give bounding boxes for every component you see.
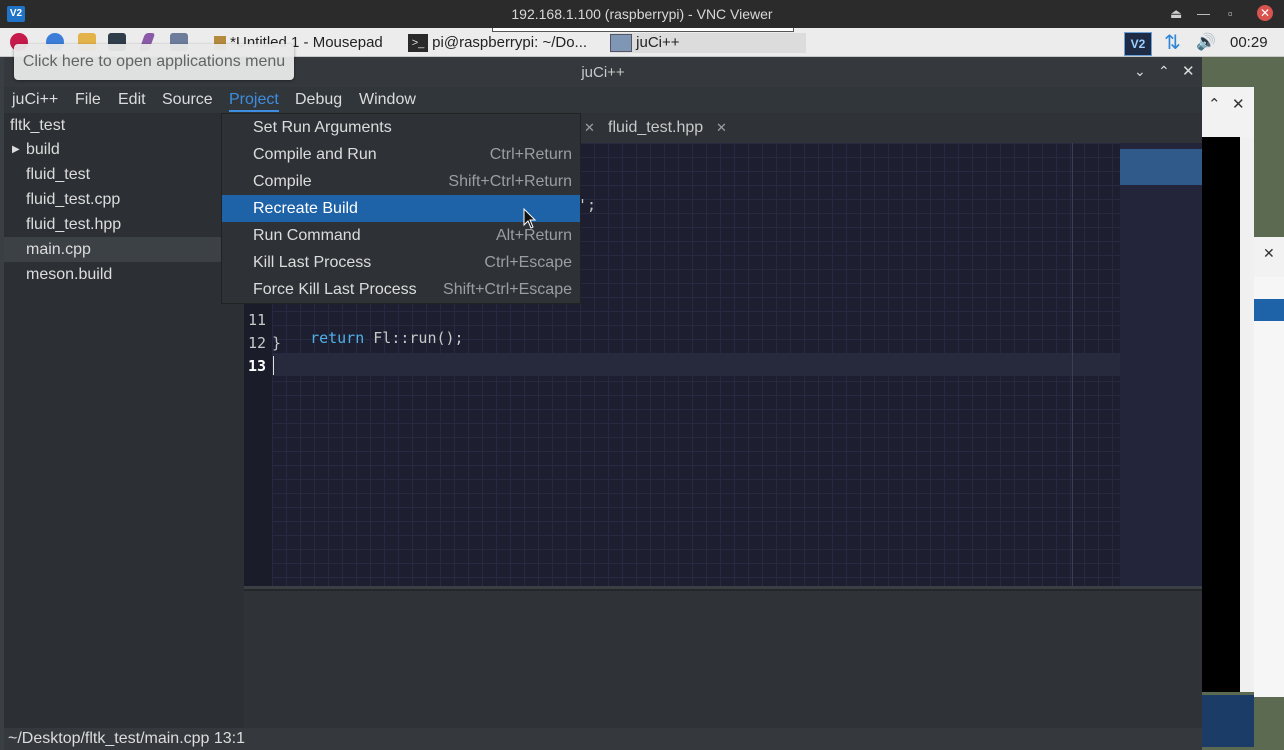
code-text: } [272,334,282,352]
menu-item-label: Recreate Build [253,200,358,217]
menu-item-accel: Ctrl+Return [489,146,572,163]
applications-menu-tooltip: Click here to open applications menu [14,44,294,80]
vnc-restore-icon[interactable]: ▫ [1228,6,1233,21]
right-margin-line [1072,143,1073,586]
tree-item-label: main.cpp [26,241,91,258]
close-icon[interactable]: ✕ [1232,95,1245,113]
jucipp-icon [610,34,632,53]
menu-item-kill-last-process[interactable]: Kill Last Process Ctrl+Escape [222,249,580,276]
menu-source[interactable]: Source [162,91,213,109]
bg-window-terminal [1202,137,1240,692]
vnc-close-icon[interactable]: ✕ [1257,5,1273,21]
menu-item-label: Force Kill Last Process [253,281,417,298]
menu-file[interactable]: File [75,91,101,109]
tree-item-label: build [26,141,60,158]
expander-icon[interactable]: ▶ [12,137,20,162]
vnc-window-title: 192.168.1.100 (raspberrypi) - VNC Viewer [511,6,773,22]
chevron-up-icon[interactable]: ⌃ [1208,95,1221,113]
tree-item-label: meson.build [26,266,113,283]
tree-item-fluid-test[interactable]: fluid_test [4,162,244,187]
text-cursor [273,356,274,375]
menu-item-accel: Shift+Ctrl+Return [448,173,572,190]
close-icon[interactable]: ✕ [1182,62,1195,80]
close-icon[interactable]: ✕ [1263,245,1275,262]
line-number: 11 [248,311,267,329]
tab-close-icon[interactable]: ✕ [716,120,727,136]
menubar: juCi++ File Edit Source Project Debug Wi… [4,87,1202,113]
line-number: 13 [248,357,267,375]
line-number: 12 [248,334,267,352]
terminal-pane[interactable] [244,589,1202,730]
menu-jucipp[interactable]: juCi++ [12,91,58,109]
file-tree: fltk_test ▶ build fluid_test fluid_test.… [4,113,244,728]
minimap[interactable] [1120,143,1202,586]
menu-debug[interactable]: Debug [295,91,342,109]
menu-item-compile[interactable]: Compile Shift+Ctrl+Return [222,168,580,195]
menu-item-label: Kill Last Process [253,254,372,271]
code-keyword: return [310,329,365,347]
tab-close-icon[interactable]: ✕ [584,120,595,136]
tree-item-label: fluid_test [26,166,91,183]
tree-item-fluid-test-hpp[interactable]: fluid_test.hpp [4,212,244,237]
status-path: ~/Desktop/fltk_test/main.cpp 13:1 [8,730,246,747]
clock[interactable]: 00:29 [1230,32,1268,54]
menu-item-label: Run Command [253,227,361,244]
task-label: juCi++ [636,34,680,51]
minimap-viewport[interactable] [1120,149,1202,185]
tree-item-fluid-test-cpp[interactable]: fluid_test.cpp [4,187,244,212]
bg-window2-selection [1254,299,1284,321]
bg-window-strip [1202,127,1254,137]
code-line: return Fl::run(); [292,311,464,347]
menu-edit[interactable]: Edit [118,91,146,109]
tab-fluid-test-hpp[interactable]: fluid_test.hpp [608,119,703,137]
menu-item-force-kill-last-process[interactable]: Force Kill Last Process Shift+Ctrl+Escap… [222,276,580,303]
vnc-server-icon[interactable]: V2 [1124,32,1152,56]
task-label: pi@raspberrypi: ~/Do... [432,34,588,51]
menu-item-accel: Shift+Ctrl+Escape [443,281,572,298]
status-bar: ~/Desktop/fltk_test/main.cpp 13:1 [4,728,1202,750]
mouse-pointer-icon [523,208,537,229]
task-terminal[interactable]: >_ pi@raspberrypi: ~/Do... [408,33,600,53]
tree-item-label: fluid_test.cpp [26,191,121,208]
chevron-up-icon[interactable]: ⌃ [1158,63,1170,80]
menu-item-set-run-arguments[interactable]: Set Run Arguments [222,114,580,141]
bg-window-scrollbar[interactable] [1240,137,1254,692]
task-drag-indicator [492,28,794,32]
code-text: Fl::run(); [364,329,464,347]
menu-item-compile-and-run[interactable]: Compile and Run Ctrl+Return [222,141,580,168]
menu-item-label: Compile and Run [253,146,377,163]
menu-item-accel: Ctrl+Escape [484,254,572,271]
menu-project[interactable]: Project [229,91,279,112]
current-line-highlight [272,354,1120,376]
tree-item-build[interactable]: ▶ build [4,137,244,162]
tree-item-label: fluid_test.hpp [26,216,122,233]
terminal-icon: >_ [408,34,428,53]
volume-icon[interactable]: 🔊 [1196,32,1216,54]
tree-root[interactable]: fltk_test [10,113,250,138]
tree-item-meson-build[interactable]: meson.build [4,262,244,287]
vnc-title-bar: V2 192.168.1.100 (raspberrypi) - VNC Vie… [0,0,1284,28]
network-icon[interactable]: ⇅ [1164,32,1181,54]
menu-window[interactable]: Window [359,91,416,109]
tree-item-main-cpp[interactable]: main.cpp [4,237,244,262]
vnc-toolbar-toggle-icon[interactable]: ⏏ [1170,6,1182,22]
bg-window2-header: ✕ [1254,237,1284,277]
vnc-minimize-icon[interactable]: — [1197,6,1210,21]
bg-window-footer [1202,695,1254,747]
task-jucipp[interactable]: juCi++ [610,33,806,53]
menu-item-label: Set Run Arguments [253,119,392,136]
menu-item-label: Compile [253,173,312,190]
bg-window2-body [1254,277,1284,697]
chevron-down-icon[interactable]: ⌄ [1134,63,1146,80]
bg-window-header: ⌃ ✕ [1202,87,1254,127]
background-window: ⌃ ✕ ✕ [1202,57,1284,750]
